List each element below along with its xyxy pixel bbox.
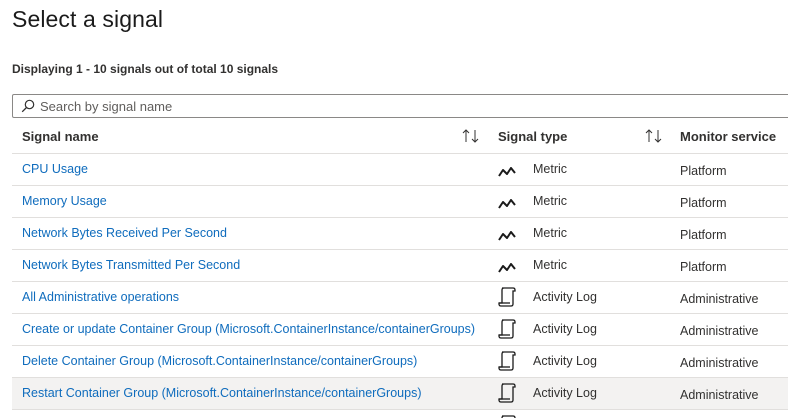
signal-name-link[interactable]: Delete Container Group (Microsoft.Contai… [22,354,488,368]
metric-icon [496,193,518,215]
monitor-service: Administrative [680,324,759,338]
sort-signal-name-icon[interactable] [461,128,481,144]
table-row[interactable]: Create or update Container Group (Micros… [12,314,788,346]
monitor-service: Platform [680,228,727,242]
signal-name-link[interactable]: Network Bytes Transmitted Per Second [22,258,488,272]
monitor-service: Platform [680,196,727,210]
monitor-service: Platform [680,164,727,178]
signal-name-link[interactable]: Create or update Container Group (Micros… [22,322,488,336]
page-title: Select a signal [12,6,164,32]
metric-icon [496,257,518,279]
column-header-monitor-service[interactable]: Monitor service [680,129,776,144]
monitor-service: Administrative [680,292,759,306]
signal-type: Metric [533,226,568,240]
monitor-service: Administrative [680,356,759,370]
table-row[interactable]: CPU Usage Metric Platform [12,154,788,186]
table-row-selected[interactable]: Restart Container Group (Microsoft.Conta… [12,378,788,410]
table-row[interactable]: Delete Container Group (Microsoft.Contai… [12,346,788,378]
results-count: Displaying 1 - 10 signals out of total 1… [12,62,279,76]
activity-log-icon [496,350,518,372]
sort-signal-type-icon[interactable] [644,128,664,144]
table-row[interactable]: Network Bytes Received Per Second Metric… [12,218,788,250]
signal-type: Activity Log [533,354,597,368]
signals-table: Signal name Signal type Monitor service … [12,120,788,418]
signal-type: Activity Log [533,386,597,400]
table-row-partial[interactable] [12,410,788,418]
signal-type: Metric [533,194,568,208]
table-row[interactable]: All Administrative operations Activity L… [12,282,788,314]
activity-log-icon [496,286,518,308]
metric-icon [496,225,518,247]
signal-name-link[interactable]: Network Bytes Received Per Second [22,226,488,240]
column-header-signal-type[interactable]: Signal type [498,129,567,144]
signal-type: Metric [533,258,568,272]
column-header-signal-name[interactable]: Signal name [22,129,99,144]
search-box[interactable] [12,94,788,118]
signal-name-link[interactable]: Memory Usage [22,194,488,208]
signal-type: Activity Log [533,290,597,304]
search-input[interactable] [39,96,779,116]
activity-log-icon [496,382,518,404]
activity-log-icon [496,318,518,340]
table-row[interactable]: Network Bytes Transmitted Per Second Met… [12,250,788,282]
signal-name-link[interactable]: All Administrative operations [22,290,488,304]
activity-log-icon [496,414,518,418]
signal-name-link[interactable]: CPU Usage [22,162,488,176]
metric-icon [496,161,518,183]
signal-name-link[interactable]: Restart Container Group (Microsoft.Conta… [22,386,488,400]
search-icon [17,95,39,117]
table-row[interactable]: Memory Usage Metric Platform [12,186,788,218]
monitor-service: Administrative [680,388,759,402]
signal-type: Activity Log [533,322,597,336]
monitor-service: Platform [680,260,727,274]
table-header: Signal name Signal type Monitor service [12,120,788,154]
signal-type: Metric [533,162,568,176]
